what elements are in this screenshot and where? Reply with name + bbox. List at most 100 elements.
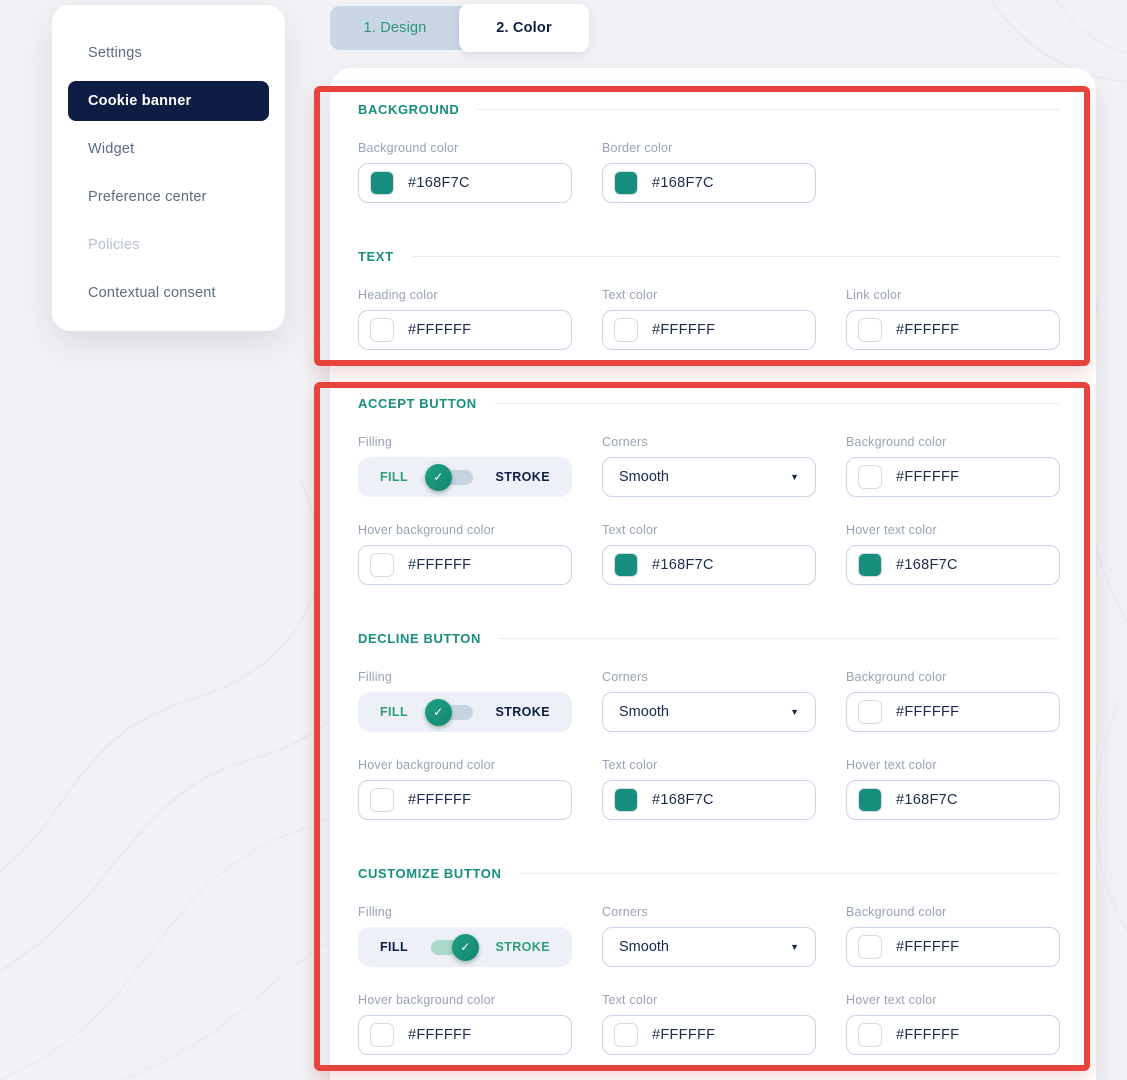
accept-corners-dropdown[interactable]: Smooth ▼: [602, 457, 816, 497]
color-value: #FFFFFF: [652, 322, 715, 338]
color-value: #168F7C: [896, 557, 958, 573]
toggle-knob[interactable]: ✓: [425, 699, 452, 726]
color-swatch[interactable]: [370, 553, 394, 577]
sidebar-item-settings[interactable]: Settings: [68, 33, 269, 73]
accept-hover-text-color-input[interactable]: #168F7C: [846, 545, 1060, 585]
check-icon: ✓: [433, 705, 443, 719]
border-color-input[interactable]: #168F7C: [602, 163, 816, 203]
field-label: Text color: [602, 523, 816, 537]
link-color-input[interactable]: #FFFFFF: [846, 310, 1060, 350]
field-hover-background-color: Hover background color #FFFFFF: [358, 523, 572, 585]
toggle-knob[interactable]: ✓: [452, 934, 479, 961]
color-swatch[interactable]: [858, 700, 882, 724]
color-value: #168F7C: [652, 557, 714, 573]
color-swatch[interactable]: [858, 465, 882, 489]
toggle-switch[interactable]: ✓: [431, 705, 473, 720]
tab-design[interactable]: 1. Design: [330, 6, 460, 50]
field-label: Heading color: [358, 288, 572, 302]
sidebar: Settings Cookie banner Widget Preference…: [52, 5, 285, 331]
section-title: BACKGROUND: [358, 102, 459, 117]
sidebar-item-policies[interactable]: Policies: [68, 225, 269, 265]
toggle-switch[interactable]: ✓: [431, 940, 473, 955]
customize-background-color-input[interactable]: #FFFFFF: [846, 927, 1060, 967]
fill-option-label[interactable]: FILL: [380, 940, 408, 954]
color-swatch[interactable]: [614, 788, 638, 812]
color-settings-panel: BACKGROUND Background color #168F7C Bord…: [330, 68, 1096, 1080]
stroke-option-label[interactable]: STROKE: [495, 940, 550, 954]
field-filling: Filling FILL ✓ STROKE: [358, 435, 572, 497]
field-corners: Corners Smooth ▼: [602, 435, 816, 497]
field-border-color: Border color #168F7C: [602, 141, 816, 203]
background-color-input[interactable]: #168F7C: [358, 163, 572, 203]
stroke-option-label[interactable]: STROKE: [495, 470, 550, 484]
fill-option-label[interactable]: FILL: [380, 470, 408, 484]
sidebar-item-label: Preference center: [88, 189, 207, 205]
color-swatch[interactable]: [858, 1023, 882, 1047]
section-header: TEXT: [358, 249, 1060, 264]
check-icon: ✓: [460, 940, 470, 954]
field-filling: Filling FILL ✓ STROKE: [358, 670, 572, 732]
customize-hover-background-color-input[interactable]: #FFFFFF: [358, 1015, 572, 1055]
decline-text-color-input[interactable]: #168F7C: [602, 780, 816, 820]
field-label: Hover text color: [846, 993, 1060, 1007]
sidebar-item-contextual-consent[interactable]: Contextual consent: [68, 273, 269, 313]
heading-color-input[interactable]: #FFFFFF: [358, 310, 572, 350]
field-label: Border color: [602, 141, 816, 155]
decline-hover-text-color-input[interactable]: #168F7C: [846, 780, 1060, 820]
color-swatch[interactable]: [858, 788, 882, 812]
caret-down-icon: ▼: [790, 472, 799, 482]
accept-fill-stroke-toggle[interactable]: FILL ✓ STROKE: [358, 457, 572, 497]
field-filling: Filling FILL ✓ STROKE: [358, 905, 572, 967]
tab-color[interactable]: 2. Color: [459, 4, 589, 52]
decline-corners-dropdown[interactable]: Smooth ▼: [602, 692, 816, 732]
accept-background-color-input[interactable]: #FFFFFF: [846, 457, 1060, 497]
section-divider: [412, 256, 1060, 257]
text-color-input[interactable]: #FFFFFF: [602, 310, 816, 350]
stroke-option-label[interactable]: STROKE: [495, 705, 550, 719]
color-value: #168F7C: [408, 175, 470, 191]
fill-option-label[interactable]: FILL: [380, 705, 408, 719]
field-label: Corners: [602, 670, 816, 684]
customize-text-color-input[interactable]: #FFFFFF: [602, 1015, 816, 1055]
decline-hover-background-color-input[interactable]: #FFFFFF: [358, 780, 572, 820]
customize-fill-stroke-toggle[interactable]: FILL ✓ STROKE: [358, 927, 572, 967]
sidebar-item-preference-center[interactable]: Preference center: [68, 177, 269, 217]
color-swatch[interactable]: [370, 788, 394, 812]
field-label: Link color: [846, 288, 1060, 302]
color-value: #168F7C: [652, 175, 714, 191]
color-swatch[interactable]: [614, 1023, 638, 1047]
color-swatch[interactable]: [614, 553, 638, 577]
field-label: Corners: [602, 435, 816, 449]
customize-corners-dropdown[interactable]: Smooth ▼: [602, 927, 816, 967]
color-swatch[interactable]: [858, 553, 882, 577]
sidebar-item-widget[interactable]: Widget: [68, 129, 269, 169]
color-swatch[interactable]: [614, 318, 638, 342]
accept-text-color-input[interactable]: #168F7C: [602, 545, 816, 585]
section-background: BACKGROUND Background color #168F7C Bord…: [358, 102, 1060, 203]
color-swatch[interactable]: [858, 318, 882, 342]
field-text-color: Text color #168F7C: [602, 523, 816, 585]
field-link-color: Link color #FFFFFF: [846, 288, 1060, 350]
color-swatch[interactable]: [370, 1023, 394, 1047]
field-label: Background color: [846, 905, 1060, 919]
section-header: ACCEPT BUTTON: [358, 396, 1060, 411]
field-label: Hover background color: [358, 523, 572, 537]
cookie-consent-customization-page: Settings Cookie banner Widget Preference…: [0, 0, 1127, 1080]
color-swatch[interactable]: [370, 171, 394, 195]
toggle-knob[interactable]: ✓: [425, 464, 452, 491]
color-swatch[interactable]: [370, 318, 394, 342]
field-label: Corners: [602, 905, 816, 919]
field-background-color: Background color #FFFFFF: [846, 905, 1060, 967]
sidebar-item-cookie-banner[interactable]: Cookie banner: [68, 81, 269, 121]
decline-background-color-input[interactable]: #FFFFFF: [846, 692, 1060, 732]
color-value: #FFFFFF: [896, 939, 959, 955]
color-swatch[interactable]: [614, 171, 638, 195]
color-value: #FFFFFF: [896, 704, 959, 720]
decline-fill-stroke-toggle[interactable]: FILL ✓ STROKE: [358, 692, 572, 732]
customize-hover-text-color-input[interactable]: #FFFFFF: [846, 1015, 1060, 1055]
toggle-switch[interactable]: ✓: [431, 470, 473, 485]
field-label: Text color: [602, 993, 816, 1007]
color-swatch[interactable]: [858, 935, 882, 959]
accept-hover-background-color-input[interactable]: #FFFFFF: [358, 545, 572, 585]
sidebar-item-label: Settings: [88, 45, 142, 61]
